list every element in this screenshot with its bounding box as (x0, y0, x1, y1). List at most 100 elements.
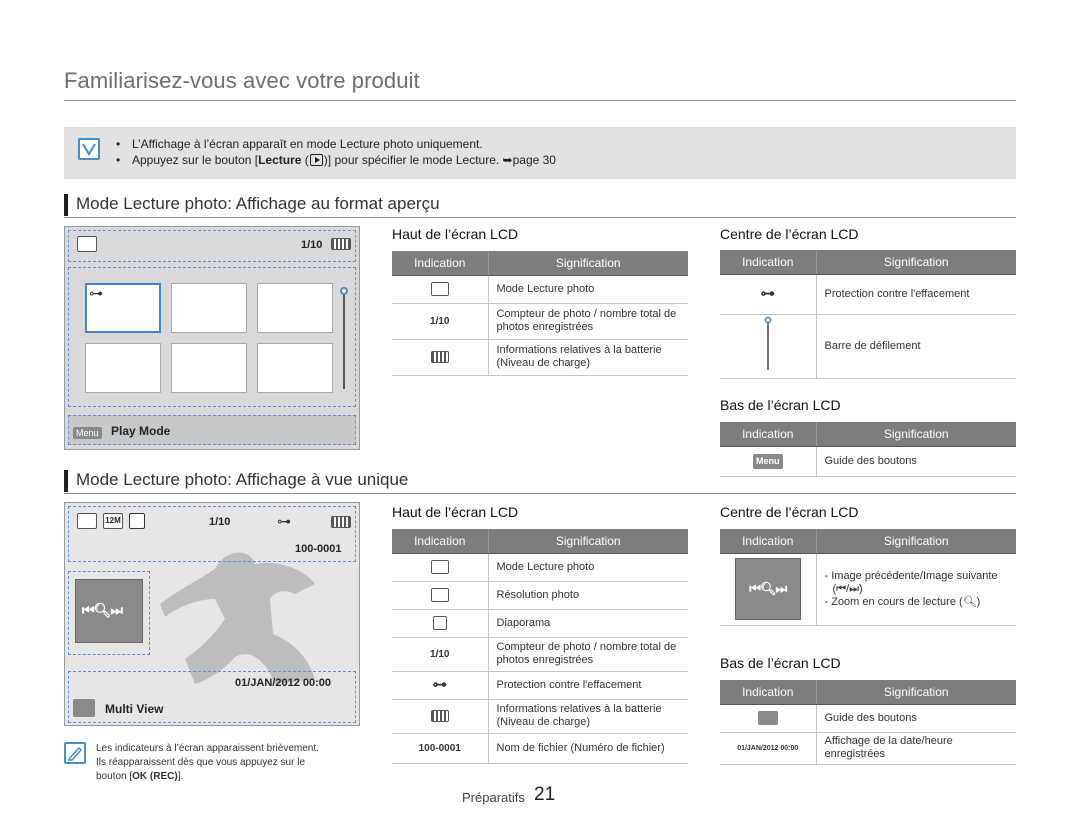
column-header: Signification (815, 529, 1016, 554)
table-row: 1/10 Compteur de photo / nombre total de… (392, 637, 688, 672)
menu-button-icon: Menu (753, 453, 783, 469)
row-meaning: Diaporama (487, 609, 688, 638)
table-row: Informations relatives à la batterie (Ni… (392, 339, 688, 376)
table-row: Mode Lecture photo (392, 553, 688, 582)
table-heading: Bas de l’écran LCD (720, 655, 841, 671)
lcd-single-screen: 12M 1/10 ⊶ 100-0001 ⏮🔍︎⏭ 01/JAN/2012 00:… (64, 502, 360, 726)
table-heading: Centre de l’écran LCD (720, 504, 859, 520)
thumbnail[interactable] (257, 343, 333, 393)
zoom-icon: 🔍︎ (962, 595, 977, 608)
row-meaning: Nom de fichier (Numéro de fichier) (487, 733, 688, 764)
row-meaning: Mode Lecture photo (487, 275, 688, 304)
nav-zoom-glyphs: ⏮🔍︎⏭ (82, 602, 123, 618)
row-meaning: Compteur de photo / nombre total de phot… (487, 303, 688, 340)
row-indication: 100-0001 (392, 733, 488, 764)
section-marker (64, 470, 68, 492)
note-item: L’Affichage à l’écran apparaît en mode L… (114, 136, 556, 152)
scroll-bar-icon (764, 316, 771, 370)
table-row: Résolution photo (392, 581, 688, 610)
page-title: Familiarisez-vous avec votre produit (64, 68, 420, 93)
column-header: Indication (392, 529, 488, 554)
section-title: Mode Lecture photo: Affichage au format … (76, 194, 440, 213)
row-meaning-text: - Zoom en cours de lecture (824, 595, 956, 608)
info-table: Indication Signification Mode Lecture ph… (392, 529, 688, 764)
info-table: Indication Signification Mode Lecture ph… (392, 251, 688, 376)
thumbnail[interactable] (171, 283, 247, 333)
row-meaning: Informations relatives à la batterie (Ni… (487, 699, 688, 734)
bottom-label: Play Mode (111, 424, 171, 438)
row-meaning: Barre de défilement (815, 314, 1016, 379)
resolution-icon: 12M (103, 513, 123, 529)
menu-button-icon: Menu (73, 427, 102, 439)
thumbnail[interactable] (85, 343, 161, 393)
row-meaning: Affichage de la date/heure enregistrées (815, 732, 1016, 765)
info-table: Indication Signification ⏮🔍︎⏭ - Image pr… (720, 529, 1016, 626)
scroll-thumb[interactable] (340, 287, 348, 295)
photo-playback-icon (77, 236, 97, 252)
row-meaning: Compteur de photo / nombre total de phot… (487, 637, 688, 672)
column-header: Indication (720, 250, 816, 275)
thumbnail[interactable] (257, 283, 333, 333)
file-name: 100-0001 (295, 543, 342, 555)
page-number: 21 (534, 784, 556, 805)
column-header: Signification (487, 529, 688, 554)
multi-view-button-icon (73, 699, 95, 717)
info-table: Indication Signification Menu Guide des … (720, 422, 1016, 477)
battery-icon (430, 350, 449, 363)
photo-counter: 1/10 (209, 516, 231, 528)
memo-line: bouton [OK (REC)]. (96, 770, 319, 784)
row-meaning: Guide des boutons (815, 446, 1016, 477)
protect-key-icon: ⊶ (277, 513, 291, 529)
date-time: 01/JAN/2012 00:00 (235, 677, 332, 689)
slideshow-icon (432, 616, 447, 630)
section-divider (64, 217, 1016, 218)
row-meaning: - Zoom en cours de lecture (🔍︎) (824, 595, 981, 608)
memo-text: Les indicateurs à l’écran apparaissent b… (96, 742, 319, 784)
photo-playback-icon (430, 560, 449, 574)
button-guide-icon (757, 711, 778, 725)
note-bold: Lecture (258, 153, 302, 167)
table-row: Barre de défilement (720, 314, 1016, 379)
scroll-bar[interactable] (343, 289, 345, 389)
table-heading: Haut de l’écran LCD (392, 226, 519, 242)
play-icon (309, 154, 323, 166)
table-row: 01/JAN/2012 00:00 Affichage de la date/h… (720, 732, 1016, 765)
note-item: Appuyez sur le bouton [Lecture ()] pour … (114, 152, 556, 168)
column-header: Signification (815, 680, 1016, 705)
row-meaning: Résolution photo (487, 581, 688, 610)
column-header: Signification (815, 250, 1016, 275)
nav-zoom-control[interactable]: ⏮🔍︎⏭ (75, 579, 143, 643)
table-row: ⊶ Protection contre l'effacement (392, 671, 688, 700)
photo-playback-icon (77, 513, 97, 529)
memo-text-part: bouton [ (96, 771, 133, 782)
protect-key-icon: ⊶ (89, 285, 103, 301)
memo-line: Les indicateurs à l’écran apparaissent b… (96, 743, 319, 754)
row-indication: 1/10 (392, 637, 488, 672)
memo-line: Ils réapparaissent dès que vous appuyez … (96, 757, 306, 768)
lcd-thumbnail-screen: 1/10 ⊶ Menu Play Mode (64, 226, 360, 450)
section-divider (64, 493, 1016, 494)
row-indication: 01/JAN/2012 00:00 (720, 732, 816, 765)
row-meaning: Protection contre l'effacement (815, 274, 1016, 315)
battery-icon (331, 238, 351, 250)
table-heading: Bas de l’écran LCD (720, 397, 841, 413)
table-row: ⏮🔍︎⏭ - Image précédente/Image suivante (… (720, 553, 1016, 626)
table-row: ⊶ Protection contre l'effacement (720, 274, 1016, 315)
battery-icon (430, 709, 449, 722)
nav-zoom-icon: ⏮🔍︎⏭ (734, 558, 801, 620)
title-divider (64, 100, 1016, 101)
note-text: L’Affichage à l’écran apparaît en mode L… (132, 137, 483, 151)
note-text: Appuyez sur le bouton [ (132, 153, 259, 167)
row-meaning: Informations relatives à la batterie (Ni… (487, 339, 688, 376)
resolution-icon (430, 588, 449, 602)
memo-bold: OK (REC) (132, 771, 178, 782)
thumbnail[interactable] (171, 343, 247, 393)
slideshow-icon (129, 513, 145, 529)
table-row: Guide des boutons (720, 704, 1016, 733)
row-meaning: (⏮/⏭) (832, 582, 863, 595)
protect-key-icon: ⊶ (760, 284, 775, 301)
section-title: Mode Lecture photo: Affichage à vue uniq… (76, 470, 409, 489)
column-header: Indication (720, 680, 816, 705)
column-header: Signification (815, 422, 1016, 447)
table-row: 1/10 Compteur de photo / nombre total de… (392, 303, 688, 340)
